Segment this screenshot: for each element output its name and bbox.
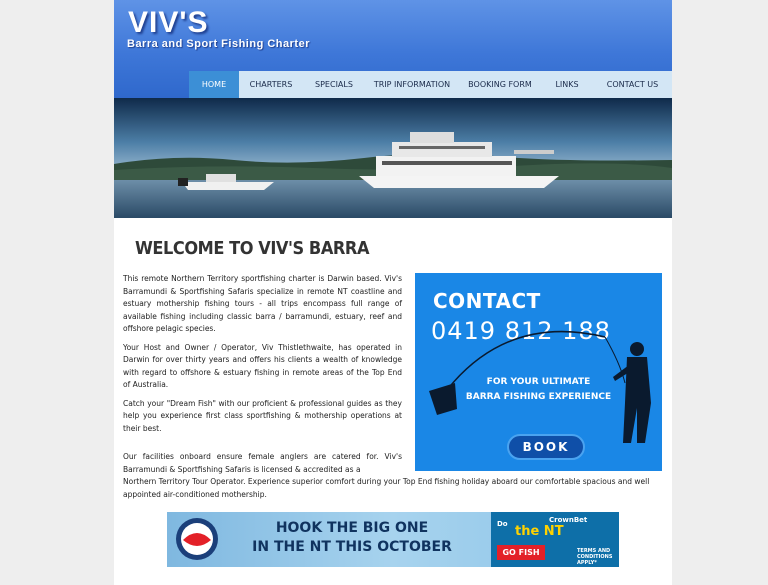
nav-item-booking-form[interactable]: BOOKING FORM (459, 71, 541, 98)
nav-item-contact-us[interactable]: CONTACT US (593, 71, 672, 98)
nav-item-home[interactable]: HOME (189, 71, 239, 98)
million-dollar-fish-logo-icon (176, 518, 218, 560)
paragraph-intro: This remote Northern Territory sportfish… (123, 274, 402, 333)
contact-ad[interactable]: CONTACT 0419 812 188 FOR YOUR ULTIMATE B… (415, 273, 662, 471)
promo-do-text: Do (497, 520, 508, 528)
book-button[interactable]: BOOK (507, 434, 585, 460)
promo-sponsor-panel: Do the NT CrownBet GO FISH TERMS AND CON… (491, 512, 619, 567)
main-nav: HOME CHARTERS SPECIALS TRIP INFORMATION … (189, 71, 672, 98)
page-container: VIV'S Barra and Sport Fishing Charter HO… (114, 0, 672, 585)
nav-item-charters[interactable]: CHARTERS (239, 71, 303, 98)
page-title: WELCOME TO VIV'S BARRA (135, 238, 370, 259)
promo-headline-2: IN THE NT THIS OCTOBER (252, 539, 452, 555)
site-logo-subtitle: Barra and Sport Fishing Charter (127, 38, 310, 50)
site-logo-title[interactable]: VIV'S (128, 6, 209, 40)
paragraph-facilities-end: Northern Territory Tour Operator. Experi… (123, 477, 650, 499)
go-fish-button[interactable]: GO FISH (497, 545, 545, 560)
promo-headline-1: HOOK THE BIG ONE (275, 520, 429, 536)
paragraph-facilities-start: Our facilities onboard ensure female ang… (123, 452, 402, 474)
nav-item-links[interactable]: LINKS (541, 71, 593, 98)
intro-text: This remote Northern Territory sportfish… (123, 273, 402, 441)
promo-sponsor-logo: CrownBet (549, 516, 588, 524)
boat-photo (114, 98, 672, 218)
promo-nt-logo: the NT (515, 524, 564, 539)
hero-banner-image (114, 98, 672, 218)
site-header: VIV'S Barra and Sport Fishing Charter HO… (114, 0, 672, 98)
paragraph-dream-fish: Catch your "Dream Fish" with our profici… (123, 398, 402, 433)
paragraph-host: Your Host and Owner / Operator, Viv This… (123, 342, 402, 390)
promo-banner[interactable]: HOOK THE BIG ONE IN THE NT THIS OCTOBER … (167, 512, 619, 567)
contact-ad-tagline-2: BARRA FISHING EXPERIENCE (465, 392, 612, 402)
promo-terms: TERMS AND CONDITIONS APPLY* (577, 548, 613, 566)
contact-ad-tagline-1: FOR YOUR ULTIMATE (486, 377, 591, 387)
nav-item-trip-information[interactable]: TRIP INFORMATION (365, 71, 459, 98)
nav-item-specials[interactable]: SPECIALS (303, 71, 365, 98)
